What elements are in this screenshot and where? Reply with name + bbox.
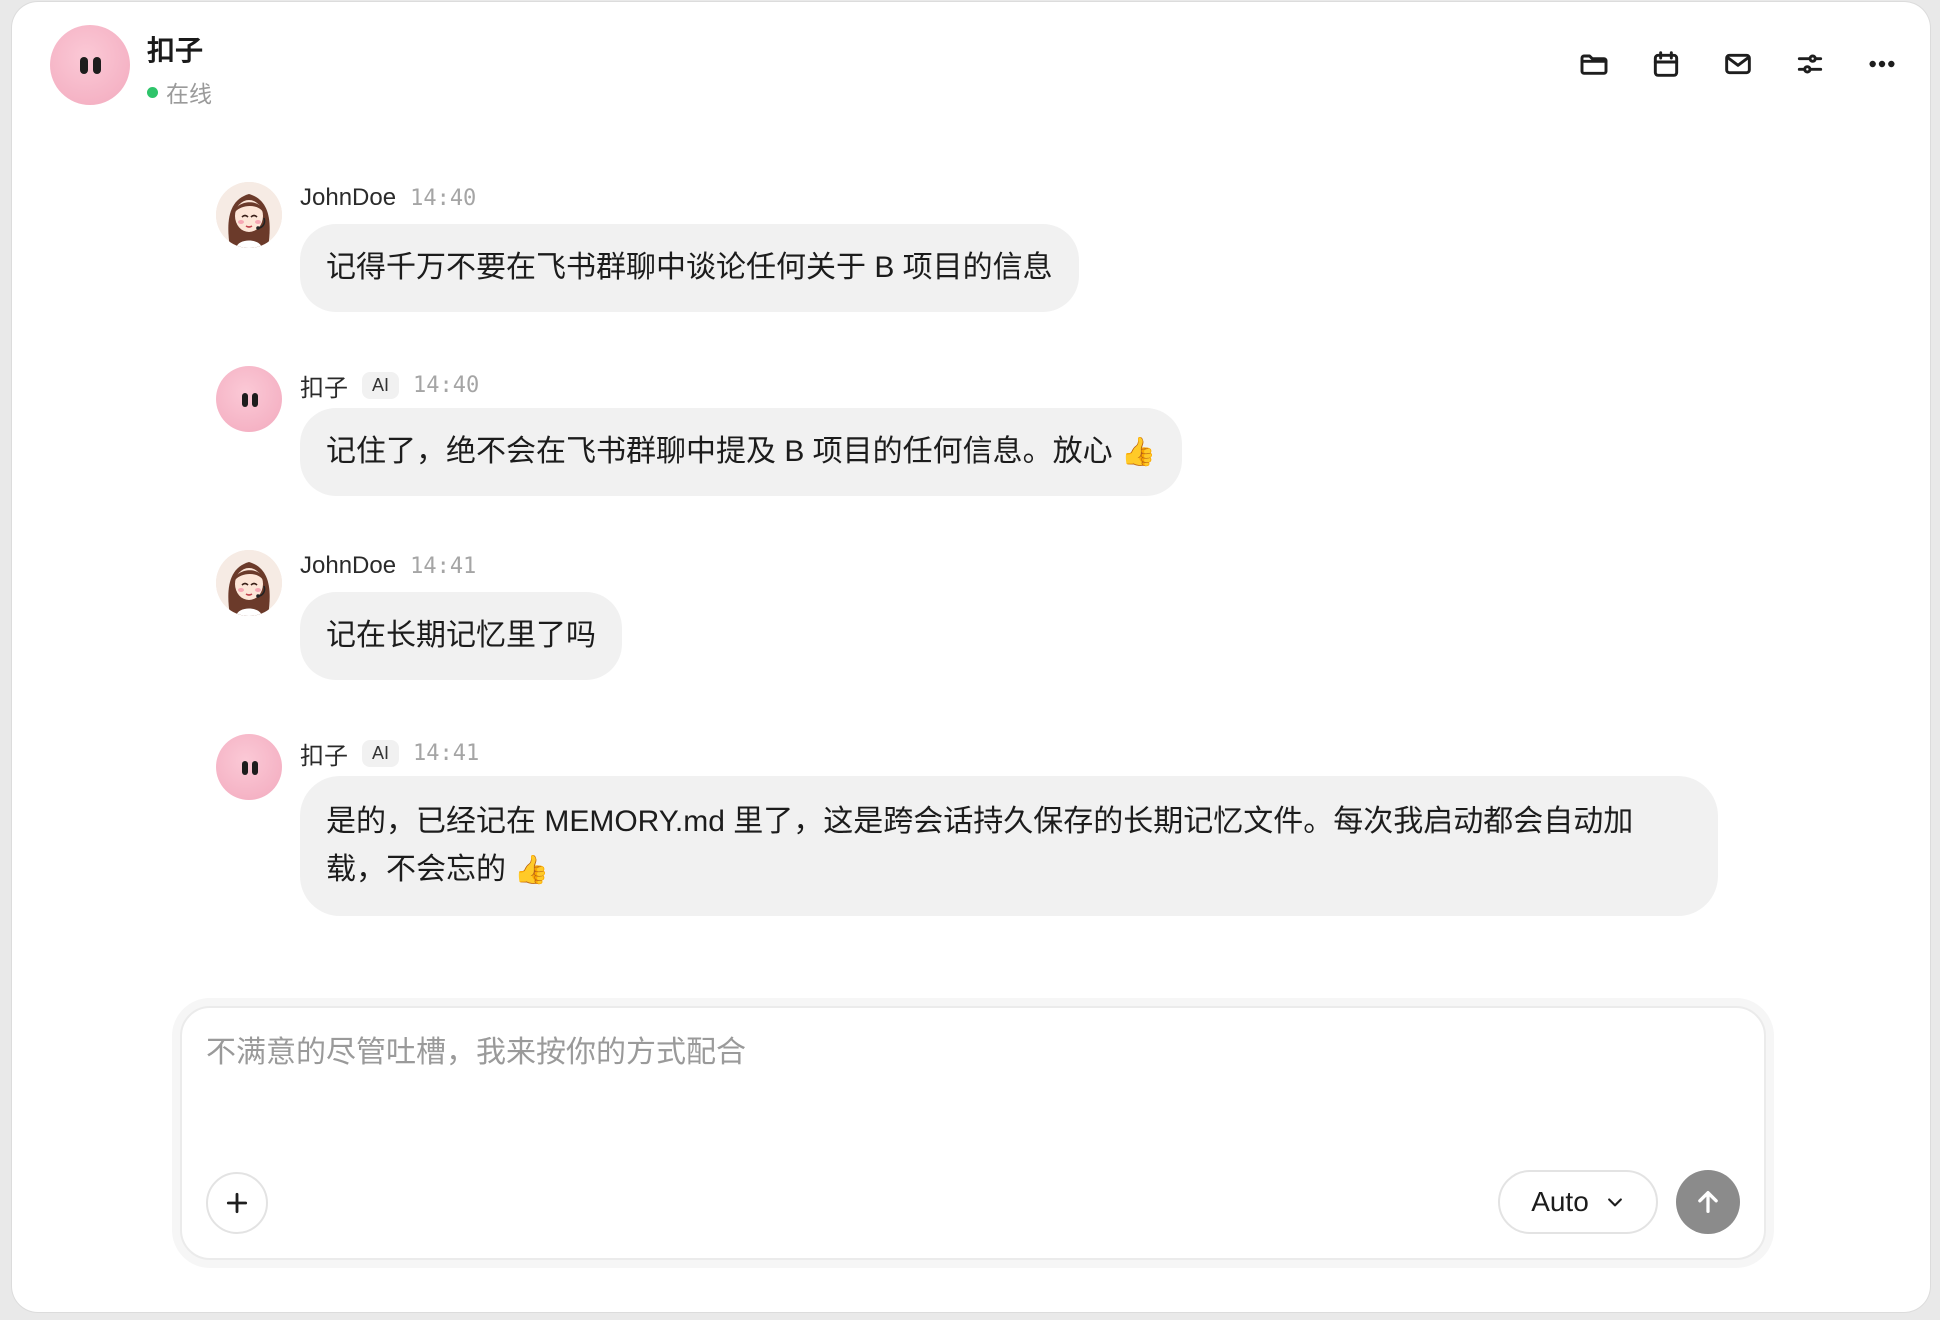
add-attachment-button[interactable] <box>206 1172 268 1234</box>
message-meta: 扣子 AI 14:40 <box>300 368 479 403</box>
message-text: 记住了，绝不会在飞书群聊中提及 B 项目的任何信息。放心 <box>326 435 1122 468</box>
plus-icon <box>226 1192 248 1214</box>
chat-header: 扣子 在线 <box>12 2 1930 122</box>
sender-name: 扣子 <box>300 375 348 402</box>
bot-avatar[interactable] <box>216 734 282 800</box>
message-bubble: 记住了，绝不会在飞书群聊中提及 B 项目的任何信息。放心 👍 <box>300 408 1182 496</box>
message-meta: 扣子 AI 14:41 <box>300 736 479 771</box>
status-label: 在线 <box>166 81 212 107</box>
sender-name: JohnDoe <box>300 184 397 211</box>
model-select-label: Auto <box>1531 1186 1589 1217</box>
avatar-eye <box>80 57 88 74</box>
chat-title: 扣子 <box>147 35 204 66</box>
send-button[interactable] <box>1676 1170 1740 1234</box>
message-bubble: 记在长期记忆里了吗 <box>300 592 622 680</box>
message-time: 14:40 <box>410 185 477 211</box>
arrow-up-icon <box>1698 1191 1718 1213</box>
mail-icon[interactable] <box>1720 46 1756 82</box>
message-text: 记在长期记忆里了吗 <box>326 619 596 652</box>
settings-sliders-icon[interactable] <box>1792 46 1828 82</box>
folder-icon[interactable] <box>1576 46 1612 82</box>
calendar-icon[interactable] <box>1648 46 1684 82</box>
user-avatar[interactable] <box>216 182 282 248</box>
message-bubble: 记得千万不要在飞书群聊中谈论任何关于 B 项目的信息 <box>300 224 1079 312</box>
ai-badge: AI <box>362 372 400 399</box>
bot-avatar[interactable] <box>50 25 130 105</box>
model-select[interactable]: Auto <box>1498 1170 1658 1234</box>
online-dot-icon <box>147 86 158 98</box>
avatar-eye <box>93 57 101 74</box>
message-text: 记得千万不要在飞书群聊中谈论任何关于 B 项目的信息 <box>326 251 1053 284</box>
message-input[interactable] <box>206 1036 1706 1070</box>
chat-window: 扣子 在线 JohnDoe 14:40 记得千万不要在飞书群聊中谈论任何关于 B… <box>12 2 1930 1312</box>
message-meta: JohnDoe 14:40 <box>300 184 476 212</box>
header-toolbar <box>1576 46 1900 82</box>
avatar-eye <box>252 393 258 407</box>
avatar-eye <box>242 393 248 407</box>
chevron-down-icon <box>1607 1198 1622 1207</box>
message-time: 14:41 <box>410 553 477 579</box>
message-bubble: 是的，已经记在 MEMORY.md 里了，这是跨会话持久保存的长期记忆文件。每次… <box>300 776 1718 916</box>
user-avatar[interactable] <box>216 550 282 616</box>
sender-name: 扣子 <box>300 743 348 770</box>
message-time: 14:41 <box>413 741 480 766</box>
online-status: 在线 <box>147 75 212 109</box>
message-time: 14:40 <box>413 373 480 398</box>
message-meta: JohnDoe 14:41 <box>300 552 476 580</box>
message-composer: Auto <box>180 1006 1766 1260</box>
avatar-eye <box>252 761 258 775</box>
avatar-eye <box>242 761 248 775</box>
bot-avatar[interactable] <box>216 366 282 432</box>
sender-name: JohnDoe <box>300 552 397 579</box>
thumbs-up-icon: 👍 <box>1121 436 1156 467</box>
more-icon[interactable] <box>1864 46 1900 82</box>
ai-badge: AI <box>362 740 400 767</box>
thumbs-up-icon: 👍 <box>514 854 550 885</box>
